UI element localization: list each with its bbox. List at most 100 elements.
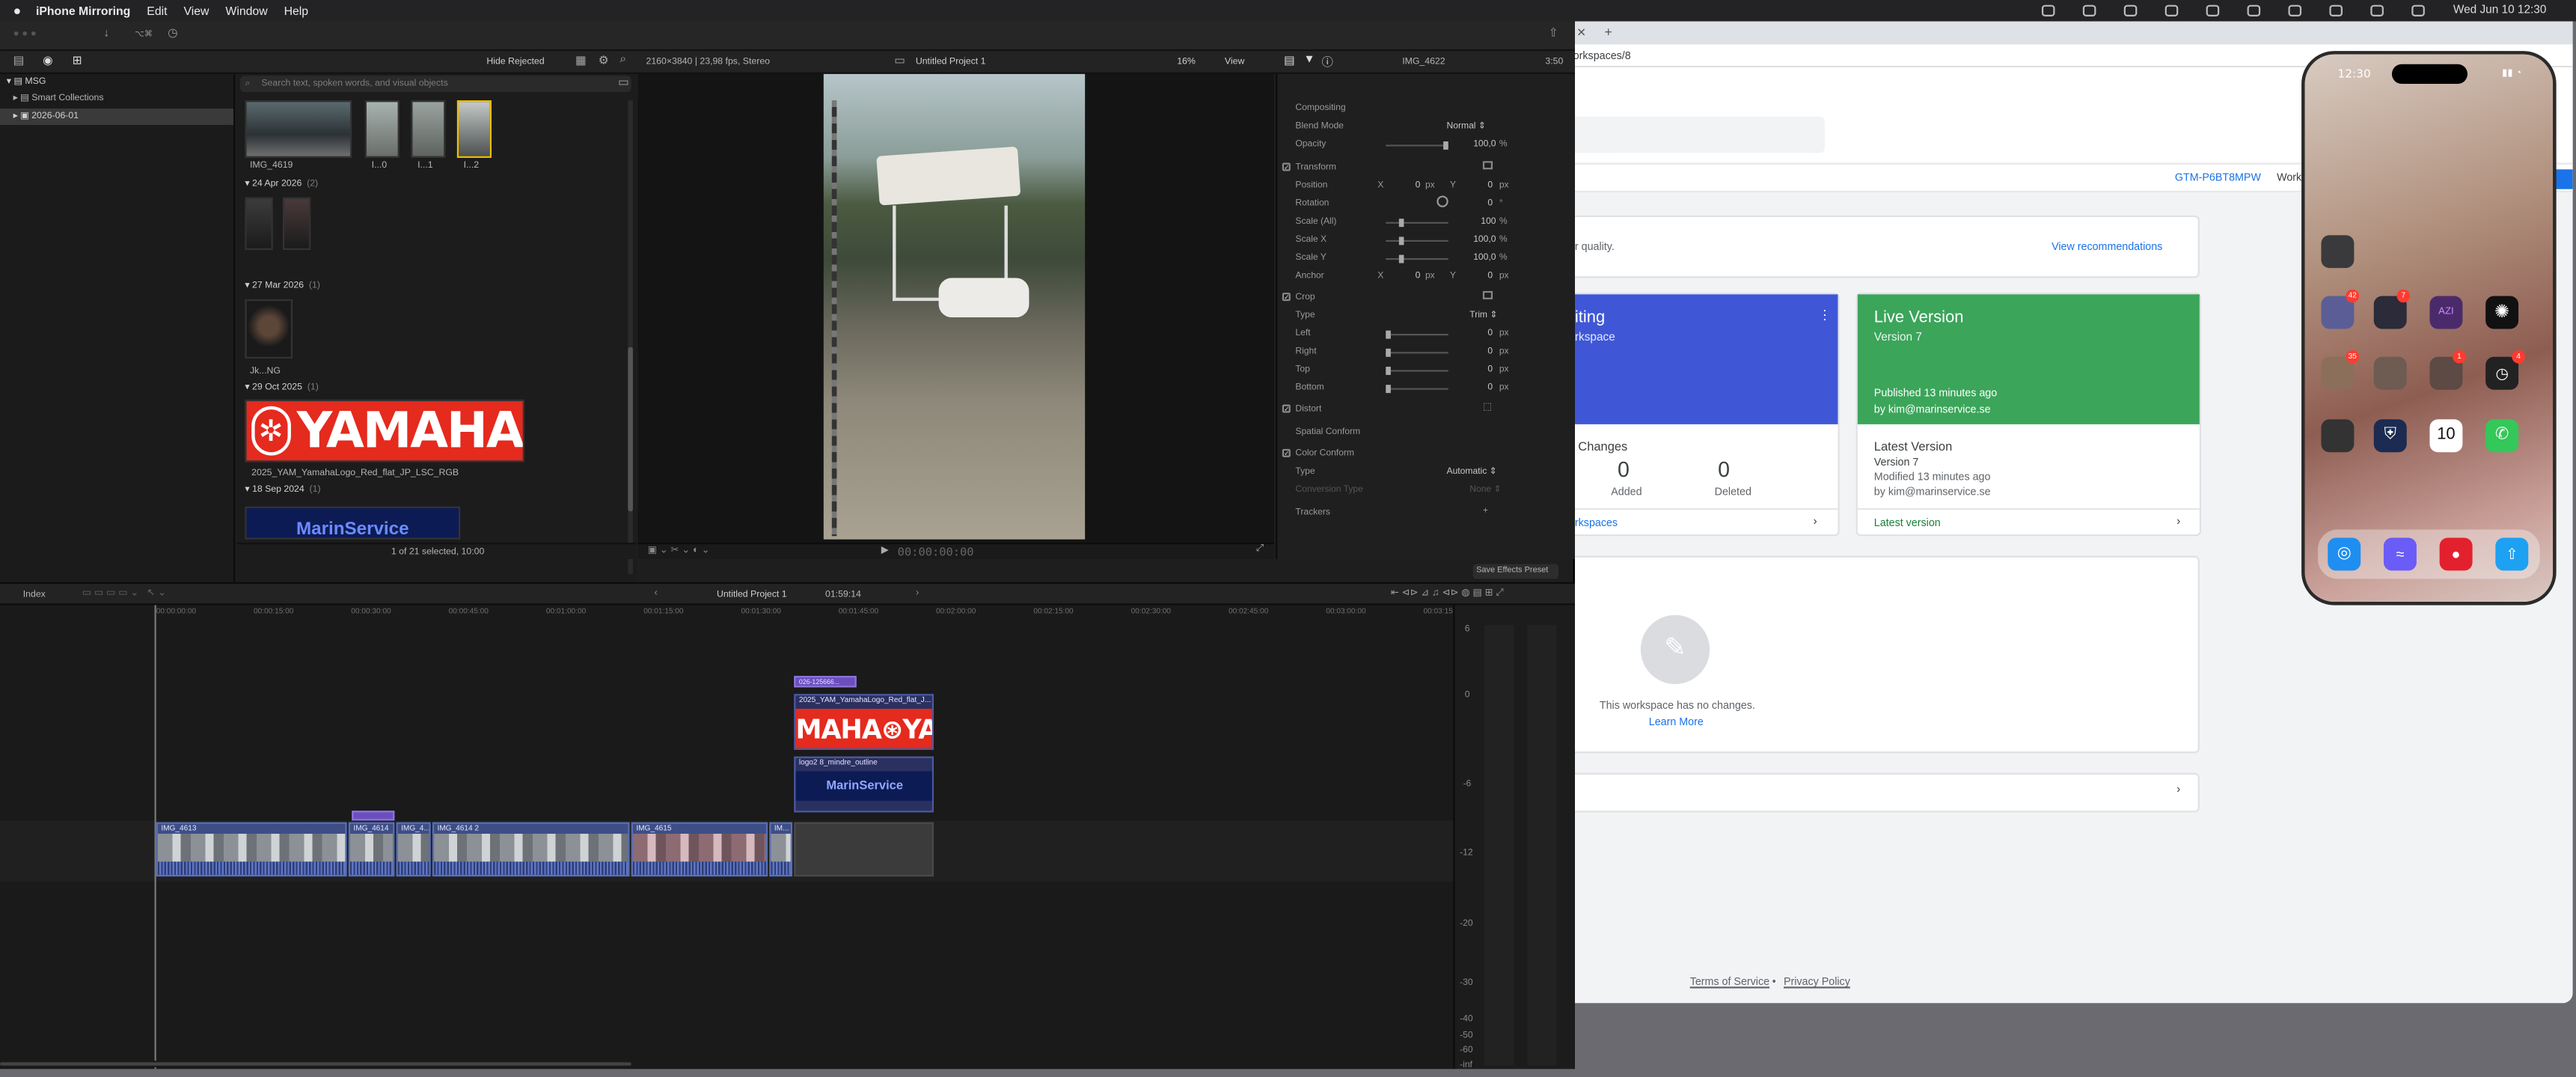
color-conform-type-dropdown[interactable]: Automatic ⇕ <box>1447 467 1497 477</box>
workspace-label[interactable]: Work <box>2277 173 2301 184</box>
crop-left-value[interactable]: 0 <box>1473 329 1493 338</box>
timeline-ruler[interactable]: 00:00:00:00 00:00:15:00 00:00:30:00 00:00:4… <box>0 605 1463 619</box>
storyline-clip[interactable]: IMG_4615 <box>631 822 768 877</box>
collapsed-row[interactable]: › <box>1553 772 2200 813</box>
menu-view[interactable]: View <box>184 3 209 18</box>
storyline-clip[interactable]: IMG_4613 <box>156 822 347 877</box>
workspaces-link[interactable]: rkspaces <box>1575 518 1618 529</box>
play-icon[interactable]: ▶ <box>881 544 889 555</box>
apple-icon[interactable]: ● <box>13 3 22 18</box>
distort-onscreen-icon[interactable]: ⬚ <box>1483 401 1492 412</box>
menu-datetime[interactable]: Wed Jun 10 12:30 <box>2453 5 2547 16</box>
crop-right-slider[interactable] <box>1386 348 1448 357</box>
storyline-clip[interactable]: IMG_4614 2 <box>432 822 630 877</box>
logo-title-clip[interactable]: logo2 8_mindre_outline MarinService <box>794 756 934 813</box>
opacity-value[interactable]: 100,0 <box>1460 140 1496 150</box>
iphone-mirror[interactable]: 12:30 ▮▮ ◔ AZI ✺ ◷ ⛨ 10 ✆ 42 7 35 1 4 ◎ … <box>2301 51 2557 605</box>
group-header[interactable]: ▾ 27 Mar 2026 (1) <box>245 281 320 291</box>
gap-clip[interactable] <box>794 822 934 877</box>
yamaha-title-clip[interactable]: 2025_YAM_YamahaLogo_Red_flat_J... MAHA⊛Y… <box>794 694 934 750</box>
browser-scrollbar[interactable] <box>628 100 633 574</box>
save-effects-preset-button[interactable]: Save Effects Preset <box>1472 564 1558 579</box>
titles-icon[interactable]: ⊞ <box>73 55 82 67</box>
music-app-icon[interactable]: ● <box>2439 537 2473 571</box>
menu-help[interactable]: Help <box>284 3 309 18</box>
close-tab-icon[interactable]: ✕ <box>1576 26 1586 39</box>
calculator-app-icon[interactable] <box>2321 419 2355 453</box>
edit-tools-icons[interactable]: ▭ ▭ ▭ ▭ ⌄ ↖ ⌄ <box>82 587 166 599</box>
group-header[interactable]: ▾ 24 Apr 2026 (2) <box>245 179 318 189</box>
libraries-icon[interactable]: ▤ <box>13 55 25 67</box>
view-recommendations-link[interactable]: View recommendations <box>2052 242 2162 253</box>
storyline-clip[interactable]: IM... <box>769 822 793 877</box>
url-text[interactable]: orkspaces/8 <box>1573 51 1631 62</box>
add-tracker-button[interactable]: + <box>1483 507 1488 516</box>
clip-thumbnail[interactable] <box>245 197 273 250</box>
filter-inspector-icon[interactable]: ▼ <box>1303 55 1315 66</box>
azi-app-icon[interactable]: AZI <box>2429 296 2463 329</box>
crop-right-value[interactable]: 0 <box>1473 347 1493 357</box>
chevron-right-icon[interactable]: › <box>1814 516 1817 528</box>
browser-search-field[interactable]: ⌕ Search text, spoken words, and visual … <box>239 76 631 93</box>
index-button[interactable]: Index <box>23 591 46 600</box>
view-dropdown[interactable]: View <box>1225 58 1244 67</box>
keyword-icon[interactable]: ⌥⌘ <box>135 30 153 40</box>
viewer-options-icon[interactable]: ▣ ⌄ ✂ ⌄ ◐ ⌄ <box>648 544 710 555</box>
more-menu-icon[interactable]: ⋮ <box>1818 308 1832 323</box>
crop-top-slider[interactable] <box>1386 366 1448 375</box>
back-icon[interactable]: ‹ <box>654 589 657 599</box>
menu-edit[interactable]: Edit <box>147 3 167 18</box>
position-x-value[interactable]: 0 <box>1401 181 1421 191</box>
scale-all-slider[interactable] <box>1386 219 1448 228</box>
scale-x-slider[interactable] <box>1386 237 1448 245</box>
safari-app-icon[interactable]: ◎ <box>2328 537 2361 571</box>
clip-thumbnail-selected[interactable] <box>456 100 492 158</box>
clip-thumbnail[interactable] <box>364 100 400 158</box>
marinservice-logo-thumbnail[interactable]: MarinService <box>245 506 461 540</box>
connected-tag-clip[interactable]: 026-125666... <box>794 676 857 688</box>
yamaha-logo-thumbnail[interactable]: ✲ YAMAHA <box>245 399 524 463</box>
position-y-value[interactable]: 0 <box>1473 181 1493 191</box>
viewer-frame[interactable] <box>823 73 1086 540</box>
photos-icon[interactable]: ◉ <box>43 55 52 67</box>
control-center-icon[interactable] <box>2411 4 2426 16</box>
bitwarden-app-icon[interactable]: ⛨ <box>2373 419 2407 453</box>
share-app-icon[interactable]: ⇧ <box>2495 537 2529 571</box>
color-conform-checkbox[interactable]: ✓ <box>1282 448 1291 457</box>
cloud-icon[interactable] <box>2206 4 2220 16</box>
chevron-right-icon[interactable]: › <box>2176 784 2180 796</box>
clip-thumbnail[interactable] <box>245 100 352 158</box>
menu-app-name[interactable]: iPhone Mirroring <box>36 3 130 18</box>
rotation-value[interactable]: 0 <box>1473 199 1493 209</box>
transform-onscreen-icon[interactable] <box>1482 161 1493 170</box>
filmstrip-view-icon[interactable]: ▦ <box>575 55 587 67</box>
search-icon[interactable]: ⌕ <box>619 55 626 68</box>
crop-checkbox[interactable]: ✓ <box>1282 293 1291 302</box>
workspace-search[interactable] <box>1553 117 1825 153</box>
clip-thumbnail[interactable] <box>411 100 446 158</box>
window-controls[interactable]: ● ● ● <box>13 30 37 40</box>
shield-icon[interactable] <box>2165 4 2179 16</box>
blend-mode-dropdown[interactable]: Normal ⇕ <box>1447 122 1486 132</box>
import-icon[interactable]: ↓ <box>103 28 109 39</box>
clip-thumbnail[interactable] <box>245 299 293 359</box>
crop-onscreen-icon[interactable] <box>1482 290 1493 299</box>
storyline-clip[interactable]: IMG_4614 <box>348 822 395 877</box>
crop-bottom-value[interactable]: 0 <box>1473 383 1493 393</box>
scale-x-value[interactable]: 100,0 <box>1460 235 1496 245</box>
anchor-y-value[interactable]: 0 <box>1473 272 1493 281</box>
chatgpt-app-icon[interactable]: ✺ <box>2485 296 2519 329</box>
crop-type-dropdown[interactable]: Trim ⇕ <box>1469 311 1497 320</box>
crop-bottom-slider[interactable] <box>1386 385 1448 394</box>
storyline-clip[interactable]: IMG_4... <box>396 822 431 877</box>
browser-settings-icon[interactable]: ▭ <box>618 76 629 88</box>
fullscreen-icon[interactable]: ⤢ <box>1256 544 1264 555</box>
privacy-link[interactable]: Privacy Policy <box>1784 977 1850 988</box>
timeline-scrollbar[interactable] <box>0 1061 1454 1067</box>
group-header[interactable]: ▾ 29 Oct 2025 (1) <box>245 383 318 393</box>
chatgpt-icon[interactable] <box>2248 4 2261 16</box>
settings-icon[interactable]: ⚙ <box>599 55 609 67</box>
menu-window[interactable]: Window <box>225 3 267 18</box>
battery-icon[interactable] <box>2289 4 2302 16</box>
wifi-icon[interactable] <box>2371 4 2384 16</box>
